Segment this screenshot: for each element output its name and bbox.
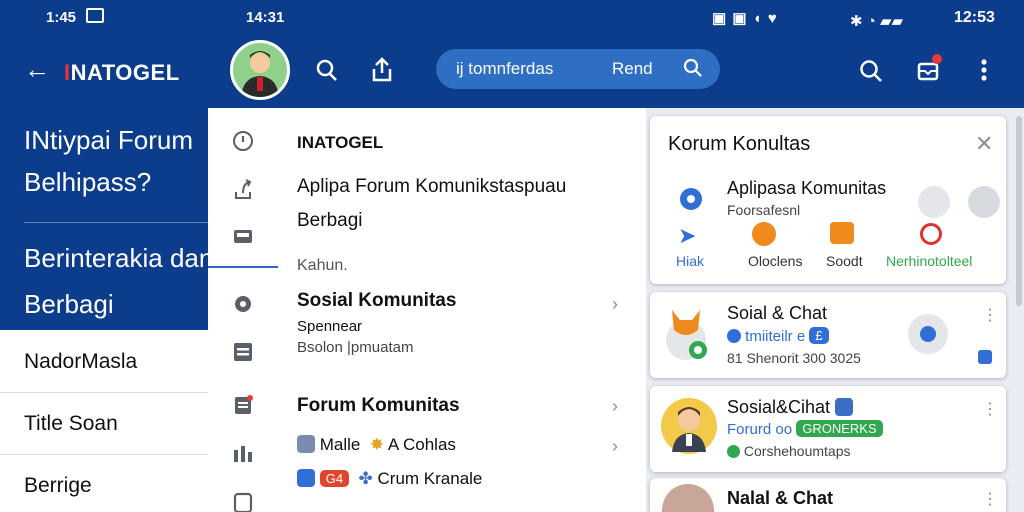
search-action[interactable]: Rend: [612, 59, 653, 79]
share-icon[interactable]: [370, 57, 394, 88]
send-icon[interactable]: ➤: [678, 223, 696, 249]
social-sub2: Bsolon |pmuatam: [297, 339, 414, 356]
panel-brand: INATOGEL: [297, 133, 384, 152]
left-brand-logo: INATOGEL: [64, 60, 180, 85]
action-label[interactable]: Hiak: [676, 253, 704, 269]
forum-badge: G4: [319, 470, 350, 487]
hashtag-search-icon[interactable]: [314, 58, 340, 89]
panel-intro-line2: Berbagi: [297, 210, 363, 231]
fox-avatar: [662, 300, 710, 360]
social-komunitas-title[interactable]: Sosial Komunitas: [297, 290, 456, 312]
left-menu-divider: [0, 392, 208, 393]
search-input[interactable]: ij tomnferdas: [456, 59, 553, 79]
search-icon[interactable]: [682, 57, 704, 84]
card-meta: Corshehoumtaps: [727, 443, 851, 459]
info-icon: [232, 130, 254, 152]
forum-item-2[interactable]: G4 ✤ Crum Kranale: [297, 469, 482, 489]
card-handle: tmiiteilr e £: [727, 327, 829, 345]
check-icon: [978, 350, 992, 364]
app-icon: [297, 469, 315, 487]
status-clock: 12:53: [954, 9, 995, 26]
left-tagline-line2: Berbagi: [24, 289, 114, 319]
record-icon: [920, 326, 936, 342]
app-subtitle: Foorsafesnl: [727, 202, 801, 218]
more-vert-icon[interactable]: [980, 58, 988, 87]
star-icon: ✸: [369, 435, 385, 454]
settings-icon: [232, 293, 254, 315]
action-label[interactable]: Soodt: [826, 253, 863, 269]
signal-icons: ✱ ◔ ▰▰: [850, 13, 904, 30]
status-time: 14:31: [246, 9, 285, 26]
share-icon: [232, 178, 254, 200]
person-avatar: [660, 394, 718, 463]
link-icon: [727, 329, 741, 343]
forum-item-1[interactable]: Malle ✸ A Cohlas: [297, 435, 456, 455]
online-icon: [727, 445, 740, 458]
left-heading-line2: Belhipass?: [24, 167, 152, 197]
group-icon: [297, 435, 315, 453]
card-handle: Forurd oo GRONERKS: [727, 420, 883, 438]
card-title: Korum Konultas: [668, 133, 811, 155]
search-icon[interactable]: [858, 58, 884, 89]
section-label: Kahun.: [297, 257, 348, 274]
left-divider: [24, 222, 208, 223]
record-icon[interactable]: [920, 223, 942, 245]
dollar-badge: £: [809, 327, 829, 344]
left-tagline-line1: Berinterakia dan: [24, 243, 214, 273]
back-arrow-icon[interactable]: ←: [24, 56, 50, 82]
more-vert-icon[interactable]: ⋮: [982, 308, 998, 324]
puzzle-icon: ✤: [358, 469, 373, 488]
left-menu-item[interactable]: Title Soan: [24, 412, 118, 436]
close-icon[interactable]: ✕: [975, 131, 993, 157]
card-title: Sosial&Cihat: [727, 397, 854, 418]
chevron-right-icon[interactable]: ›: [612, 436, 618, 457]
action-label[interactable]: Nerhinotolteel: [886, 253, 972, 269]
card-title: Soial & Chat: [727, 303, 828, 323]
profile-avatar[interactable]: [230, 40, 290, 100]
more-vert-icon[interactable]: ⋮: [982, 492, 998, 508]
card-title: Nalal & Chat: [727, 488, 834, 508]
active-indicator: [208, 266, 278, 268]
social-sub1: Spennear: [297, 318, 363, 335]
action-label[interactable]: Oloclens: [748, 253, 802, 269]
document-icon: [232, 394, 254, 416]
chevron-right-icon[interactable]: ›: [612, 294, 618, 315]
left-heading-line1: INtiypai Forum: [24, 125, 194, 155]
more-vert-icon[interactable]: ⋮: [982, 402, 998, 418]
forum-komunitas-title[interactable]: Forum Komunitas: [297, 395, 460, 417]
gear-icon: [676, 184, 706, 219]
scrollbar[interactable]: [1016, 116, 1022, 306]
left-menu-item[interactable]: Berrige: [24, 474, 92, 498]
panel-intro-line1: Aplipa Forum Komunikstaspuau: [297, 176, 567, 197]
search-bar[interactable]: ij tomnferdas Rend: [436, 49, 720, 89]
person-avatar-icon: [241, 51, 279, 97]
bar-chart-icon: [232, 442, 254, 464]
chat-icon[interactable]: [830, 222, 854, 244]
status-icons: ▣ ▣ ◖ ♥: [712, 10, 778, 27]
tag-icon: [232, 492, 254, 512]
avatar-placeholder: [968, 186, 1000, 218]
image-status-icon: [86, 8, 104, 23]
list-icon: [232, 341, 254, 363]
status-badge: GRONERKS: [796, 420, 883, 437]
play-icon[interactable]: [752, 222, 776, 246]
notification-dot: [932, 54, 942, 64]
app-icon: [835, 398, 854, 416]
chat-bubble-icon: [232, 226, 254, 248]
card-meta: 81 Shenorit 300 3025: [727, 350, 861, 366]
left-menu-item[interactable]: NadorMasla: [24, 350, 137, 374]
avatar-placeholder: [918, 186, 950, 218]
chevron-right-icon[interactable]: ›: [612, 396, 618, 417]
app-title: Aplipasa Komunitas: [727, 178, 887, 198]
left-status-time: 1:45: [46, 9, 77, 26]
left-menu-divider: [0, 454, 208, 455]
